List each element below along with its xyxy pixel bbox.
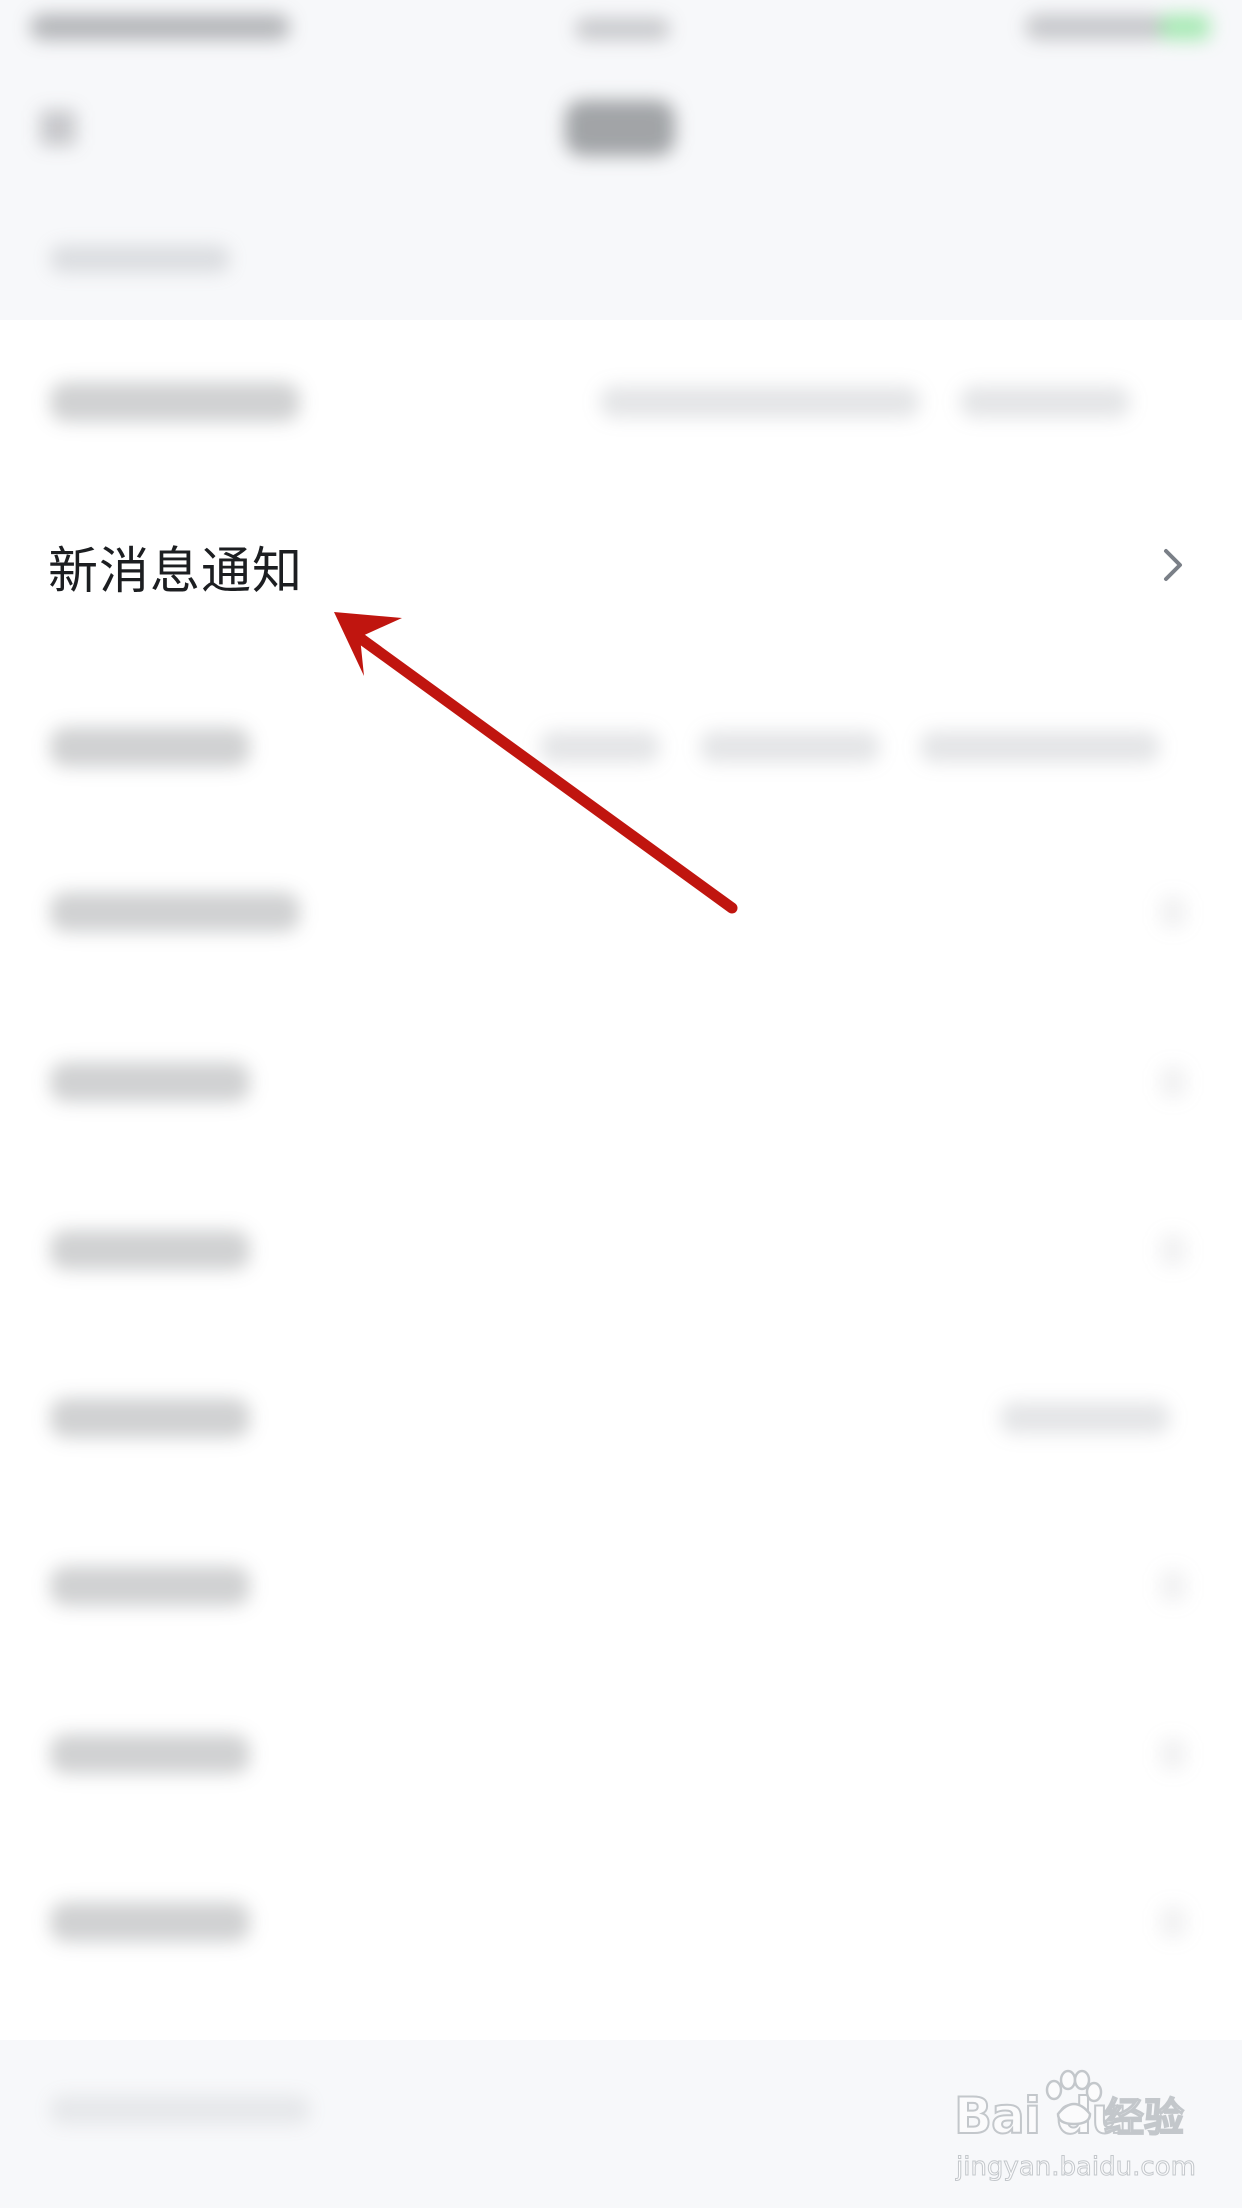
chevron-right-icon: [1160, 1570, 1186, 1602]
list-item-new-message-notification[interactable]: 新消息通知: [0, 493, 1242, 653]
list-item-label-blur: [50, 1902, 250, 1942]
watermark-url: jingyan.baidu.com: [956, 2152, 1197, 2183]
chevron-right-icon: [1160, 1906, 1186, 1938]
chevron-right-icon: [1160, 1066, 1186, 1098]
list-item-value-blur: [920, 731, 1160, 763]
navigation-bar: [0, 60, 1242, 190]
back-icon[interactable]: [40, 110, 76, 146]
chevron-right-icon: [1160, 1234, 1186, 1266]
list-item-label: 新消息通知: [48, 542, 303, 600]
list-item-label-blur: [50, 1734, 250, 1774]
section-header-blur: [50, 245, 230, 273]
watermark-brand-cn: 经验: [1103, 2094, 1185, 2142]
list-item-blurred[interactable]: [0, 830, 1242, 998]
baidu-watermark: Bai du 经验 jingyan.baidu.com: [950, 2068, 1196, 2198]
list-item-label-blur: [50, 1566, 250, 1606]
list-item-blurred[interactable]: [0, 1000, 1242, 1168]
battery-icon: [1160, 14, 1210, 40]
list-item-label-blur: [50, 1230, 250, 1270]
list-item-blurred[interactable]: [0, 1672, 1242, 1840]
chevron-right-icon: [1160, 896, 1186, 928]
footer-text-blur: [50, 2095, 310, 2125]
status-bar-icons-blur: [1025, 14, 1165, 40]
status-bar-carrier-blur: [30, 14, 290, 40]
list-item-blurred[interactable]: [0, 320, 1242, 488]
list-item-value-blur: [1000, 1402, 1170, 1434]
list-item-label-blur: [50, 1062, 250, 1102]
list-item-blurred[interactable]: [0, 1504, 1242, 1672]
baidu-paw-icon: [1045, 2069, 1103, 2126]
list-item-label-blur: [50, 892, 300, 932]
list-item-value-blur: [700, 731, 880, 763]
chevron-right-icon: [1164, 549, 1182, 581]
list-item-blurred[interactable]: [0, 1336, 1242, 1504]
list-item-blurred[interactable]: [0, 1840, 1242, 2008]
list-item-blurred[interactable]: [0, 665, 1242, 833]
chevron-right-icon: [1160, 1738, 1186, 1770]
list-item-label-blur: [50, 727, 250, 767]
list-item-value-blur: [600, 386, 920, 418]
list-item-label-blur: [50, 1398, 250, 1438]
list-item-label-blur: [50, 382, 300, 422]
page-title-blur: [565, 100, 675, 156]
list-item-value-blur: [960, 386, 1130, 418]
status-bar-time-blur: [575, 18, 670, 40]
list-item-blurred[interactable]: [0, 1168, 1242, 1336]
list-item-value-blur: [540, 731, 660, 763]
status-bar: [0, 0, 1242, 60]
